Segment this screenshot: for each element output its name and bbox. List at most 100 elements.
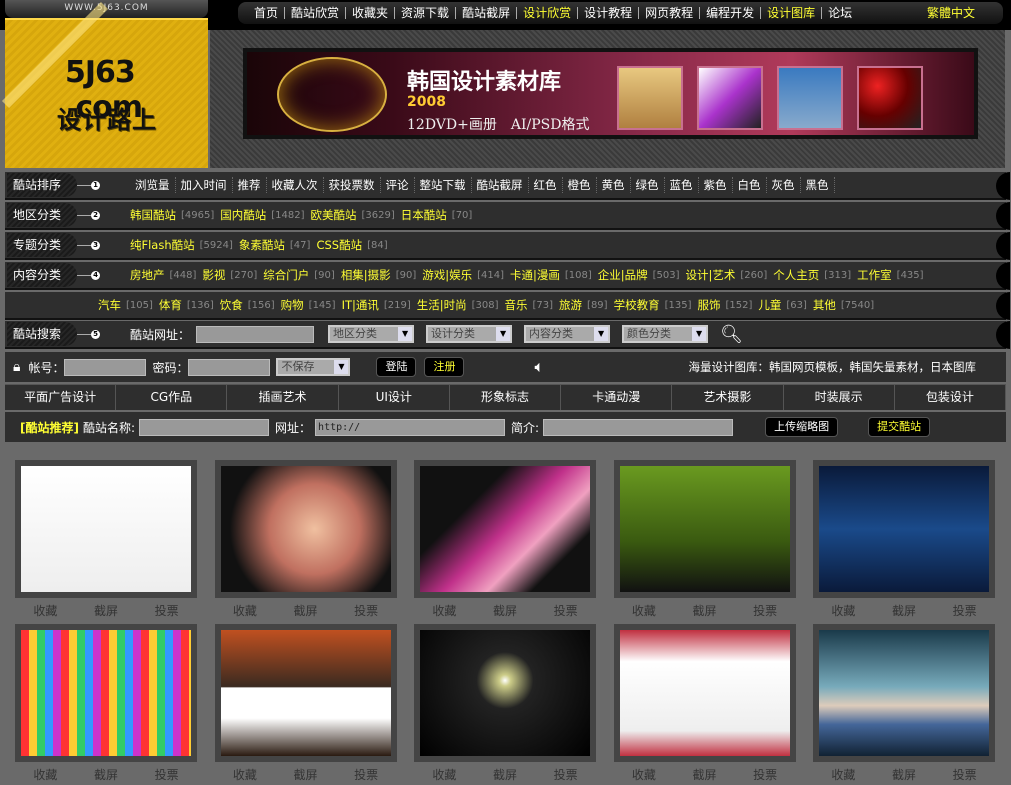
nav-link[interactable]: 设计欣赏 <box>517 7 579 19</box>
category-link[interactable]: 国内酷站 <box>220 207 271 223</box>
favorite-link[interactable]: 收藏 <box>831 602 855 619</box>
tab-7[interactable]: 时装展示 <box>784 385 895 410</box>
nav-link[interactable]: 设计图库 <box>761 7 823 19</box>
logo[interactable]: 5J63 .com 设计路上 <box>1 1 208 168</box>
sort-option[interactable]: 黄色 <box>597 177 631 193</box>
tab-2[interactable]: 插画艺术 <box>227 385 339 410</box>
search-select[interactable]: 地区分类 ▼ <box>328 325 415 343</box>
category-link[interactable]: 影视 <box>202 267 230 283</box>
sort-option[interactable]: 整站下载 <box>415 177 472 193</box>
favorite-link[interactable]: 收藏 <box>632 602 656 619</box>
search-icon[interactable]: 🔍︎ <box>720 324 743 345</box>
vote-link[interactable]: 投票 <box>554 766 578 783</box>
sort-option[interactable]: 浏览量 <box>130 177 176 193</box>
thumbnail-card[interactable] <box>613 624 796 762</box>
thumbnail-card[interactable] <box>414 624 596 762</box>
nav-link[interactable]: 编程开发 <box>700 7 762 19</box>
thumbnail-card[interactable] <box>214 460 397 598</box>
category-link[interactable]: 汽车 <box>98 297 126 313</box>
site-thumbnail[interactable] <box>819 466 989 592</box>
password-input[interactable] <box>188 358 271 376</box>
category-link[interactable]: 房地产 <box>130 267 170 283</box>
category-link[interactable]: 生活|时尚 <box>417 297 472 313</box>
site-thumbnail[interactable] <box>619 466 790 592</box>
thumbnail-card[interactable] <box>15 460 197 598</box>
nav-link[interactable]: 酷站截屏 <box>456 7 518 19</box>
screenshot-link[interactable]: 截屏 <box>692 766 716 783</box>
site-thumbnail[interactable] <box>21 466 191 592</box>
sort-option[interactable]: 绿色 <box>631 177 665 193</box>
sort-option[interactable]: 酷站截屏 <box>472 177 529 193</box>
category-link[interactable]: 其他 <box>813 297 841 313</box>
category-link[interactable]: 相集|摄影 <box>341 267 396 283</box>
screenshot-link[interactable]: 截屏 <box>493 766 517 783</box>
nav-link[interactable]: 设计教程 <box>578 7 640 19</box>
site-thumbnail[interactable] <box>420 630 590 756</box>
sort-option[interactable]: 黑色 <box>801 177 835 193</box>
search-url-input[interactable] <box>196 325 315 343</box>
sort-option[interactable]: 评论 <box>381 177 415 193</box>
category-link[interactable]: 购物 <box>281 297 309 313</box>
traditional-chinese-link[interactable]: 繁體中文 <box>921 7 981 19</box>
category-link[interactable]: 个人主页 <box>773 267 824 283</box>
favorite-link[interactable]: 收藏 <box>831 766 855 783</box>
vote-link[interactable]: 投票 <box>155 602 179 619</box>
screenshot-link[interactable]: 截屏 <box>892 602 916 619</box>
favorite-link[interactable]: 收藏 <box>233 602 257 619</box>
category-link[interactable]: 日本酷站 <box>401 207 452 223</box>
thumbnail-card[interactable] <box>613 460 796 598</box>
screenshot-link[interactable]: 截屏 <box>94 602 118 619</box>
sort-option[interactable]: 蓝色 <box>665 177 699 193</box>
category-link[interactable]: 企业|品牌 <box>598 267 653 283</box>
tab-8[interactable]: 包装设计 <box>895 385 1006 410</box>
favorite-link[interactable]: 收藏 <box>432 602 456 619</box>
nav-link[interactable]: 网页教程 <box>639 7 701 19</box>
category-link[interactable]: 饮食 <box>220 297 248 313</box>
screenshot-link[interactable]: 截屏 <box>892 766 916 783</box>
favorite-link[interactable]: 收藏 <box>233 766 257 783</box>
register-button[interactable]: 注册 <box>424 357 465 377</box>
sort-option[interactable]: 获投票数 <box>324 177 381 193</box>
nav-link[interactable]: 资源下载 <box>395 7 457 19</box>
remember-select[interactable]: 不保存 ▼ <box>276 358 351 376</box>
intro-input[interactable] <box>543 418 734 436</box>
category-link[interactable]: 音乐 <box>505 297 533 313</box>
category-link[interactable]: CSS酷站 <box>316 237 367 253</box>
screenshot-link[interactable]: 截屏 <box>692 602 716 619</box>
sort-option[interactable]: 灰色 <box>767 177 801 193</box>
upload-thumbnail-button[interactable]: 上传缩略图 <box>765 417 839 437</box>
vote-link[interactable]: 投票 <box>753 602 777 619</box>
nav-link[interactable]: 收藏夹 <box>346 7 396 19</box>
category-link[interactable]: IT|通讯 <box>342 297 384 313</box>
site-thumbnail[interactable] <box>619 630 790 756</box>
vote-link[interactable]: 投票 <box>354 766 378 783</box>
sort-option[interactable]: 白色 <box>733 177 767 193</box>
login-button[interactable]: 登陆 <box>376 357 417 377</box>
tab-4[interactable]: 形象标志 <box>450 385 562 410</box>
thumbnail-card[interactable] <box>414 460 596 598</box>
category-link[interactable]: 儿童 <box>758 297 786 313</box>
category-link[interactable]: 欧美酷站 <box>311 207 362 223</box>
sort-option[interactable]: 收藏人次 <box>267 177 324 193</box>
screenshot-link[interactable]: 截屏 <box>293 602 317 619</box>
tab-1[interactable]: CG作品 <box>116 385 228 410</box>
category-link[interactable]: 工作室 <box>857 267 897 283</box>
vote-link[interactable]: 投票 <box>354 602 378 619</box>
nav-link[interactable]: 酷站欣赏 <box>285 7 347 19</box>
tab-5[interactable]: 卡通动漫 <box>561 385 673 410</box>
site-thumbnail[interactable] <box>220 630 391 756</box>
submit-site-button[interactable]: 提交酷站 <box>868 417 931 437</box>
vote-link[interactable]: 投票 <box>953 766 977 783</box>
thumbnail-card[interactable] <box>214 624 397 762</box>
tab-0[interactable]: 平面广告设计 <box>5 385 117 410</box>
vote-link[interactable]: 投票 <box>155 766 179 783</box>
favorite-link[interactable]: 收藏 <box>33 766 57 783</box>
favorite-link[interactable]: 收藏 <box>432 766 456 783</box>
search-select[interactable]: 内容分类 ▼ <box>524 325 611 343</box>
favorite-link[interactable]: 收藏 <box>632 766 656 783</box>
url-input[interactable]: http:// <box>315 418 506 436</box>
category-link[interactable]: 纯Flash酷站 <box>130 237 200 253</box>
sort-option[interactable]: 紫色 <box>699 177 733 193</box>
nav-link[interactable]: 首页 <box>248 7 286 19</box>
site-thumbnail[interactable] <box>420 466 590 592</box>
